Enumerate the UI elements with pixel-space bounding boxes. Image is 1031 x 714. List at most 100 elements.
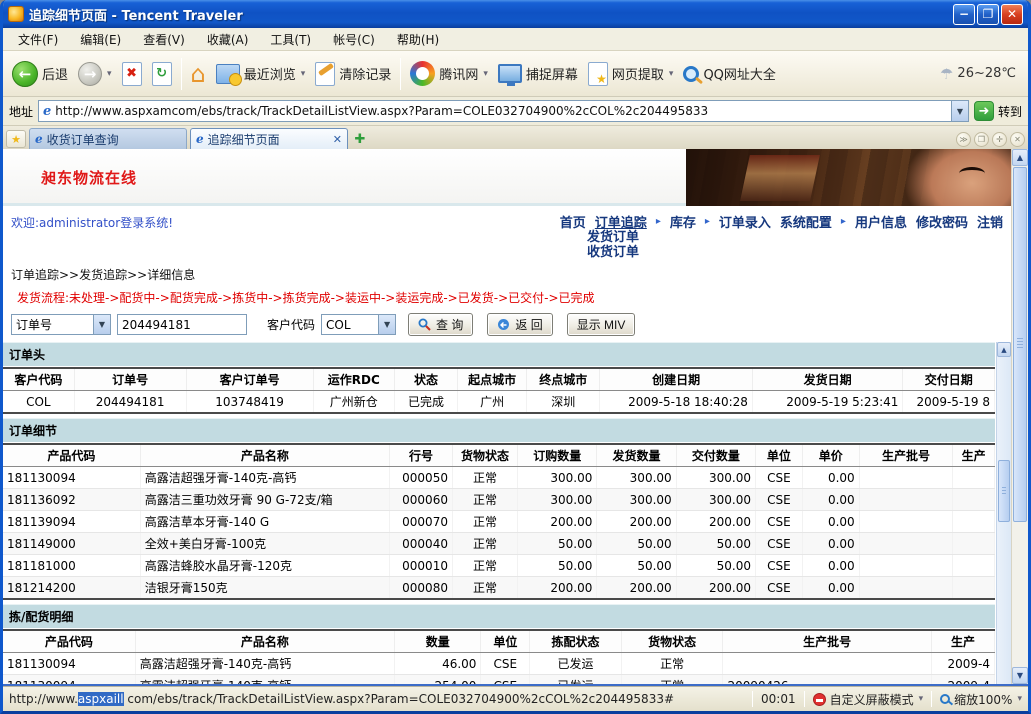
table-cell: 0.00 [802, 555, 859, 577]
table-cell: 高露洁蜂胶水晶牙膏-120克 [140, 555, 389, 577]
qq-sites-button[interactable]: QQ网址大全 [678, 61, 780, 86]
menu-favorites[interactable]: 收藏(A) [196, 28, 260, 51]
tab-track-detail[interactable]: e 追踪细节页面 ✕ [190, 128, 348, 149]
table-cell: 000070 [389, 511, 452, 533]
extract-icon: ★ [588, 62, 608, 86]
tencent-dropdown-icon[interactable]: ▾ [483, 69, 488, 79]
menu-view[interactable]: 查看(V) [132, 28, 196, 51]
tab-close-icon[interactable]: ✕ [333, 133, 342, 146]
column-header: 单价 [802, 444, 859, 467]
forward-button[interactable]: → ▾ [73, 59, 117, 89]
scroll-up-icon[interactable]: ▲ [997, 342, 1011, 357]
address-url[interactable]: http://www.aspxamcom/ebs/track/TrackDeta… [55, 104, 951, 118]
nav-arrow-icon: ▸ [656, 216, 661, 227]
column-header: 生产批号 [723, 630, 931, 653]
query-button[interactable]: 查 询 [408, 313, 473, 336]
new-tab-button[interactable]: ✚ [351, 130, 369, 148]
capture-screen-button[interactable]: 捕捉屏幕 [493, 61, 583, 86]
table-cell: 广州 [458, 391, 527, 414]
table-cell: 正常 [452, 467, 517, 489]
nav-change-password[interactable]: 修改密码 [916, 212, 968, 231]
nav-logout[interactable]: 注销 [977, 212, 1003, 231]
chevron-down-icon[interactable]: ▾ [1017, 694, 1022, 704]
address-input[interactable]: e http://www.aspxamcom/ebs/track/TrackDe… [38, 100, 969, 122]
nav-system-config[interactable]: 系统配置 [780, 212, 832, 231]
close-button[interactable]: ✕ [1001, 4, 1023, 25]
inner-scrollbar[interactable]: ▲ ▼ [996, 342, 1011, 684]
pin-icon[interactable]: ✛ [992, 132, 1007, 147]
order-number-input[interactable] [117, 314, 247, 335]
table-cell: CSE [755, 511, 802, 533]
scroll-down-icon[interactable]: ▼ [1012, 667, 1028, 684]
column-header: 终点城市 [527, 368, 600, 391]
toolbar-separator [181, 58, 182, 90]
table-cell: 103748419 [186, 391, 313, 414]
close-all-icon[interactable]: ✕ [1010, 132, 1025, 147]
menu-tools[interactable]: 工具(T) [259, 28, 322, 51]
tencent-site-button[interactable]: 腾讯网 ▾ [405, 58, 493, 89]
webpage-extract-button[interactable]: ★ 网页提取 ▾ [583, 59, 679, 89]
table-cell: 高露洁超强牙膏-140克-高钙 [135, 653, 394, 675]
stop-button[interactable]: ✖ [117, 59, 147, 89]
menu-help[interactable]: 帮助(H) [386, 28, 450, 51]
search-type-select[interactable]: 订单号 ▼ [11, 314, 111, 335]
chevron-down-icon[interactable]: ▾ [919, 694, 924, 704]
column-header: 状态 [394, 368, 457, 391]
table-cell: 50.00 [676, 533, 755, 555]
history-icon [216, 64, 240, 84]
restore-window-icon[interactable]: ❒ [974, 132, 989, 147]
subnav-ship-order[interactable]: 发货订单 [587, 230, 639, 245]
nav-order-entry[interactable]: 订单录入 [719, 212, 771, 231]
menu-edit[interactable]: 编辑(E) [69, 28, 132, 51]
table-cell [723, 653, 931, 675]
site-banner: 昶东物流在线 [3, 149, 1011, 206]
recent-dropdown-icon[interactable]: ▾ [301, 69, 306, 79]
home-button[interactable]: ⌂ [186, 60, 211, 88]
table-cell: 全效+美白牙膏-100克 [140, 533, 389, 555]
show-miv-button[interactable]: 显示 MIV [567, 313, 636, 336]
browser-scrollbar[interactable]: ▲ ▼ [1011, 149, 1028, 684]
return-button[interactable]: 返 回 [487, 313, 552, 336]
menu-account[interactable]: 帐号(C) [322, 28, 386, 51]
toolbar: ← 后退 → ▾ ✖ ↻ ⌂ 最近浏览 ▾ 清除记录 腾讯网 ▾ [3, 51, 1028, 97]
customer-code-select[interactable]: COL ▼ [321, 314, 396, 335]
block-mode-control[interactable]: 自定义屏蔽模式 ▾ [813, 691, 924, 708]
selected-text: aspxaill [78, 692, 124, 706]
table-cell: 000080 [389, 577, 452, 600]
column-header: 发货日期 [752, 368, 903, 391]
table-cell: 200.00 [676, 511, 755, 533]
tab-receive-order-query[interactable]: e 收货订单查询 [29, 128, 187, 149]
zoom-control[interactable]: 缩放100% ▾ [940, 691, 1022, 708]
scrollbar-thumb[interactable] [1013, 167, 1027, 522]
column-header: 行号 [389, 444, 452, 467]
nav-user-info[interactable]: 用户信息 [855, 212, 907, 231]
maximize-button[interactable]: ❐ [977, 4, 999, 25]
recent-browsing-button[interactable]: 最近浏览 ▾ [211, 61, 311, 87]
table-cell: 50.00 [518, 555, 597, 577]
nav-inventory[interactable]: 库存 [670, 212, 696, 231]
subnav-receive-order[interactable]: 收货订单 [587, 245, 639, 260]
forward-dropdown-icon[interactable]: ▾ [107, 69, 112, 79]
clear-records-button[interactable]: 清除记录 [310, 59, 396, 89]
address-dropdown-icon[interactable]: ▼ [951, 101, 968, 121]
table-cell: 50.00 [676, 555, 755, 577]
scrollbar-thumb[interactable] [998, 460, 1010, 522]
back-button[interactable]: ← 后退 [7, 58, 73, 90]
nav-home[interactable]: 首页 [560, 212, 586, 231]
scroll-up-icon[interactable]: ▲ [1012, 149, 1028, 166]
table-cell [859, 555, 953, 577]
main-nav: 首页 订单追踪 ▸ 库存 ▸ 订单录入 系统配置 ▸ 用户信息 修改密码 注销 [560, 212, 1003, 231]
extract-dropdown-icon[interactable]: ▾ [669, 69, 674, 79]
tab-list-icon[interactable]: ≫ [956, 132, 971, 147]
toolbar-separator [400, 58, 401, 90]
nav-order-track[interactable]: 订单追踪 [595, 212, 647, 231]
column-header: 数量 [395, 630, 481, 653]
minimize-button[interactable]: − [953, 4, 975, 25]
favorites-star-icon[interactable]: ★ [6, 130, 26, 148]
table-cell [859, 533, 953, 555]
refresh-button[interactable]: ↻ [147, 59, 177, 89]
return-arrow-icon [497, 318, 510, 331]
table-cell [859, 577, 953, 600]
menu-file[interactable]: 文件(F) [7, 28, 69, 51]
go-button[interactable]: ➜ 转到 [974, 101, 1022, 121]
